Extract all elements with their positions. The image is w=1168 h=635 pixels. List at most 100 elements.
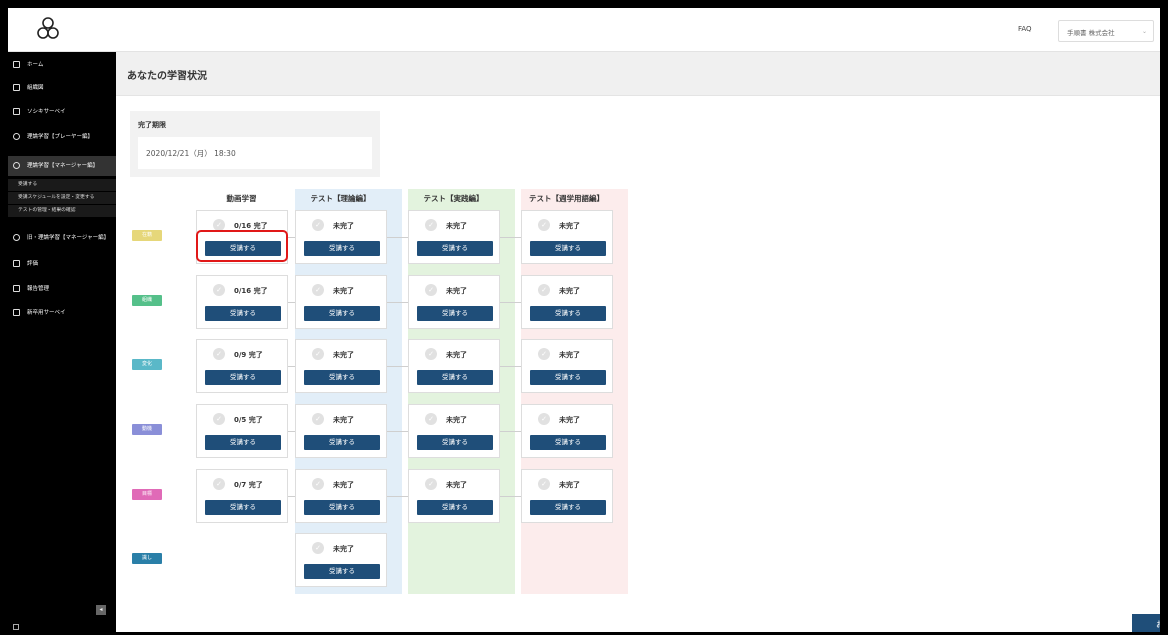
sidebar-item-org-chart[interactable]: 組織図 (8, 78, 116, 98)
sidebar-item-evaluation[interactable]: 評価 (8, 254, 116, 274)
sidebar-item-newgrad-survey[interactable]: 新卒用サーベイ (8, 303, 116, 323)
row-connector (387, 431, 408, 432)
survey-icon (13, 108, 20, 115)
attend-button[interactable]: 受講する (417, 435, 493, 450)
learning-card: ✓ 未完了 受講する (521, 339, 613, 393)
sidebar-subitem-schedule[interactable]: 受講スケジュールを設定・変更する (8, 192, 116, 204)
logo-icon[interactable] (34, 16, 62, 42)
screen-frame: FAQ 手順書 株式会社 ⌄ ホーム 組織図 ソシキサーベイ 理論学習【プレーヤ… (0, 0, 1168, 635)
learning-card: ✓ 未完了 受講する (295, 210, 387, 264)
check-circle-icon: ✓ (425, 348, 437, 360)
row-connector (387, 366, 408, 367)
check-circle-icon: ✓ (538, 413, 550, 425)
column-header: テスト【実践編】 (423, 194, 484, 203)
check-circle-icon: ✓ (538, 348, 550, 360)
attend-button[interactable]: 受講する (304, 435, 380, 450)
check-circle-icon: ✓ (425, 284, 437, 296)
sidebar-item-label: 旧・理論学習【マネージャー編】 (27, 235, 110, 241)
sidebar-subitem-attend[interactable]: 受講する (8, 179, 116, 191)
completion-status: 未完了 (559, 222, 580, 230)
row-connector (288, 366, 295, 367)
row-connector (500, 366, 521, 367)
learning-card: ✓ 未完了 受講する (521, 210, 613, 264)
sidebar: ホーム 組織図 ソシキサーベイ 理論学習【プレーヤー編】 理論学習【マネージャー… (8, 52, 116, 632)
completion-status: 未完了 (446, 481, 467, 489)
deadline-label: 完了期限 (138, 121, 166, 129)
attend-button[interactable]: 受講する (205, 306, 281, 321)
sidebar-item-old-theory-manager[interactable]: 旧・理論学習【マネージャー編】 (8, 228, 116, 248)
sidebar-item-report[interactable]: 報告管理 (8, 279, 116, 299)
deadline-box: 2020/12/21（月） 18:30 (138, 137, 372, 169)
row-connector (500, 431, 521, 432)
check-circle-icon: ✓ (312, 542, 324, 554)
attend-button[interactable]: 受講する (205, 500, 281, 515)
attend-button[interactable]: 受講する (417, 306, 493, 321)
completion-status: 未完了 (446, 416, 467, 424)
attend-button[interactable]: 受講する (205, 241, 281, 256)
row-connector (288, 237, 295, 238)
sidebar-item-label: ホーム (27, 62, 44, 68)
attend-button[interactable]: 受講する (417, 500, 493, 515)
collapse-sidebar-icon[interactable]: ◂ (96, 605, 106, 615)
company-selector[interactable]: 手順書 株式会社 ⌄ (1058, 20, 1154, 42)
sidebar-item-survey[interactable]: ソシキサーベイ (8, 102, 116, 122)
attend-button[interactable]: 受講する (417, 370, 493, 385)
sidebar-item-label: 理論学習【マネージャー編】 (27, 163, 99, 169)
sidebar-item-label: 新卒用サーベイ (27, 310, 66, 316)
completion-status: 未完了 (333, 287, 354, 295)
sidebar-item-label: 評価 (27, 261, 39, 267)
sidebar-item-label: ソシキサーベイ (27, 109, 66, 115)
attend-button[interactable]: 受講する (304, 564, 380, 579)
sidebar-item-theory-player[interactable]: 理論学習【プレーヤー編】 (8, 127, 116, 147)
attend-button[interactable]: 受講する (530, 370, 606, 385)
company-name: 手順書 株式会社 (1067, 29, 1115, 37)
check-circle-icon: ✓ (312, 413, 324, 425)
completion-status: 0/7 完了 (234, 481, 263, 489)
attend-button[interactable]: 受講する (304, 241, 380, 256)
main-content: あなたの学習状況 完了期限 2020/12/21（月） 18:30 動画学習 テス… (116, 52, 1160, 632)
sidebar-item-theory-manager[interactable]: 理論学習【マネージャー編】 (8, 156, 116, 176)
sidebar-item-label: 報告管理 (27, 286, 50, 292)
attend-button[interactable]: 受講する (205, 435, 281, 450)
learning-card: ✓ 未完了受講する (521, 404, 613, 458)
attend-button[interactable]: 受講する (530, 306, 606, 321)
attend-button[interactable]: 受講する (417, 241, 493, 256)
check-circle-icon: ✓ (312, 219, 324, 231)
attend-button[interactable]: 受講する (530, 435, 606, 450)
learning-card: ✓ 0/9 完了 受講する (196, 339, 288, 393)
top-bar: FAQ 手順書 株式会社 ⌄ (8, 8, 1160, 52)
completion-status: 0/16 完了 (234, 222, 268, 230)
row-connector (288, 302, 295, 303)
attend-button[interactable]: 受講する (530, 241, 606, 256)
home-icon (13, 61, 20, 68)
completion-status: 0/16 完了 (234, 287, 268, 295)
row-connector (500, 302, 521, 303)
settings-icon[interactable] (13, 624, 19, 630)
learning-card: ✓ 0/16 完了 受講する (196, 275, 288, 329)
row-category-badge: 変化 (132, 359, 162, 370)
check-circle-icon: ✓ (312, 284, 324, 296)
row-connector (387, 237, 408, 238)
learning-card: ✓ 0/5 完了 受講する (196, 404, 288, 458)
attend-button[interactable]: 受講する (304, 370, 380, 385)
row-category-badge: 在籍 (132, 230, 162, 241)
sidebar-item-label: 理論学習【プレーヤー編】 (27, 134, 94, 140)
sidebar-subitem-test-management[interactable]: テストの管理・結果の確認 (8, 205, 116, 217)
floating-action-button[interactable]: お (1132, 614, 1160, 632)
attend-button[interactable]: 受講する (530, 500, 606, 515)
completion-status: 0/9 完了 (234, 351, 263, 359)
sidebar-item-home[interactable]: ホーム (8, 55, 116, 75)
completion-status: 未完了 (559, 416, 580, 424)
row-category-badge: 動機 (132, 424, 162, 435)
chevron-down-icon: ⌄ (1141, 28, 1147, 35)
attend-button[interactable]: 受講する (304, 500, 380, 515)
play-icon (13, 133, 20, 140)
check-circle-icon: ✓ (213, 413, 225, 425)
learning-card: ✓ 未完了受講する (295, 275, 387, 329)
completion-status: 未完了 (333, 416, 354, 424)
check-circle-icon: ✓ (213, 478, 225, 490)
attend-button[interactable]: 受講する (205, 370, 281, 385)
faq-link[interactable]: FAQ (1018, 25, 1032, 33)
attend-button[interactable]: 受講する (304, 306, 380, 321)
survey-icon (13, 309, 20, 316)
